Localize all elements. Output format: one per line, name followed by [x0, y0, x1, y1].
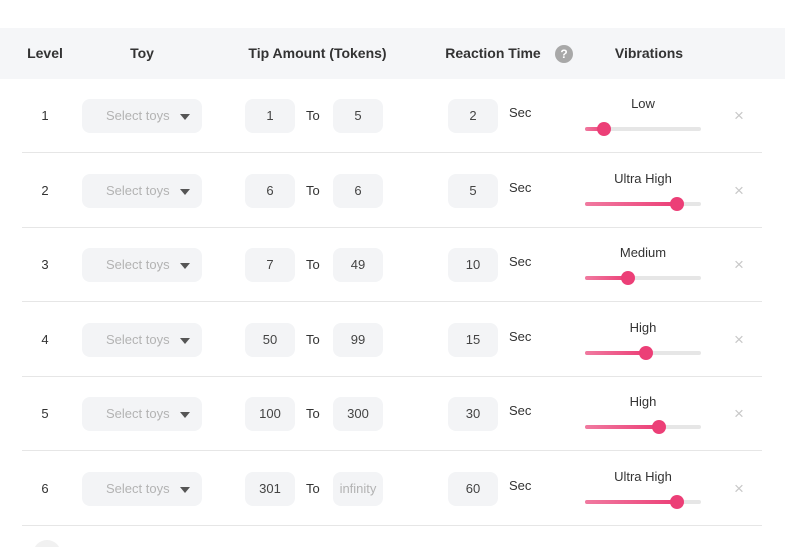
level-number: 3 [41, 257, 49, 272]
vibration-label: Ultra High [614, 468, 672, 484]
slider-fill [585, 425, 660, 429]
remove-icon[interactable]: × [730, 303, 748, 377]
tip-to-input[interactable]: 6 [333, 173, 383, 208]
slider-thumb[interactable] [653, 421, 666, 433]
vibration-slider[interactable] [585, 271, 701, 285]
toy-select[interactable]: Select toys [82, 173, 202, 208]
toy-select-placeholder: Select toys [106, 406, 170, 421]
table-header: Level Toy Tip Amount (Tokens) Reaction T… [0, 28, 785, 79]
header-level: Level [27, 45, 63, 61]
remove-icon[interactable]: × [730, 452, 748, 526]
remove-icon[interactable]: × [730, 154, 748, 228]
tip-from-input[interactable]: 50 [245, 322, 295, 357]
tip-from-input[interactable]: 7 [245, 248, 295, 282]
vibration-label: Low [631, 96, 655, 111]
remove-icon[interactable]: × [730, 228, 748, 302]
slider-thumb[interactable] [640, 346, 653, 359]
header-vibrations: Vibrations [614, 45, 684, 61]
tip-to-input[interactable]: 5 [333, 99, 383, 133]
sec-label: Sec [509, 328, 532, 344]
vibration-label: High [629, 319, 657, 335]
to-label: To [306, 480, 320, 496]
reaction-time-input[interactable]: 15 [448, 322, 498, 357]
tip-from-input[interactable]: 6 [245, 173, 295, 208]
reaction-time-input[interactable]: 60 [448, 471, 498, 506]
toy-select-placeholder: Select toys [106, 480, 170, 496]
to-label: To [306, 257, 320, 272]
header-toy: Toy [130, 45, 154, 61]
sec-label: Sec [509, 477, 532, 493]
slider-thumb[interactable] [670, 197, 683, 210]
table-row: 1 Select toys 1 To 5 2 Sec Low × [22, 79, 762, 153]
toy-select-placeholder: Select toys [106, 331, 170, 347]
toy-select[interactable]: Select toys [82, 397, 202, 431]
slider-thumb[interactable] [597, 123, 610, 135]
caret-down-icon [180, 412, 190, 418]
header-tip-amount: Tip Amount (Tokens) [248, 45, 387, 61]
to-label: To [306, 108, 320, 123]
slider-thumb[interactable] [670, 495, 683, 508]
vibration-slider[interactable] [585, 495, 701, 509]
reaction-time-input[interactable]: 2 [448, 99, 498, 133]
vibration-label: High [629, 394, 657, 409]
add-level-button[interactable] [33, 540, 61, 547]
caret-down-icon [180, 188, 190, 195]
tip-from-input[interactable]: 100 [245, 397, 295, 431]
toy-select-placeholder: Select toys [106, 257, 170, 272]
slider-fill [585, 499, 677, 504]
tip-from-input[interactable]: 1 [245, 99, 295, 133]
level-number: 4 [41, 331, 49, 347]
slider-thumb[interactable] [621, 272, 634, 284]
table-row: 4 Select toys 50 To 99 15 Sec High × [22, 303, 762, 377]
to-label: To [306, 182, 320, 198]
vibration-slider[interactable] [585, 197, 701, 211]
header-reaction-time: Reaction Time [445, 45, 541, 61]
level-number: 5 [41, 406, 49, 421]
caret-down-icon [180, 263, 190, 269]
tip-from-input[interactable]: 301 [245, 471, 295, 506]
remove-icon[interactable]: × [730, 377, 748, 451]
caret-down-icon [180, 337, 190, 344]
toy-select-placeholder: Select toys [106, 182, 170, 198]
to-label: To [306, 406, 320, 421]
table-row: 5 Select toys 100 To 300 30 Sec High × [22, 377, 762, 451]
toy-select[interactable]: Select toys [82, 322, 202, 357]
table-row: 6 Select toys 301 To infinity 60 Sec Ultra High… [22, 452, 762, 526]
sec-label: Sec [509, 254, 532, 269]
toy-select-placeholder: Select toys [106, 108, 170, 123]
tip-to-input[interactable]: infinity [333, 471, 383, 506]
toy-select[interactable]: Select toys [82, 471, 202, 506]
table-row: 3 Select toys 7 To 49 10 Sec Medium × [22, 228, 762, 302]
reaction-time-input[interactable]: 10 [448, 248, 498, 282]
vibration-slider[interactable] [585, 346, 701, 360]
to-label: To [306, 331, 320, 347]
vibration-slider[interactable] [585, 122, 701, 136]
vibration-slider[interactable] [585, 420, 701, 434]
slider-fill [585, 201, 677, 206]
reaction-time-input[interactable]: 30 [448, 397, 498, 431]
tip-to-input[interactable]: 49 [333, 248, 383, 282]
caret-down-icon [180, 486, 190, 493]
toy-select[interactable]: Select toys [82, 248, 202, 282]
level-number: 6 [41, 480, 49, 496]
tip-to-input[interactable]: 99 [333, 322, 383, 357]
slider-fill [585, 350, 647, 355]
remove-icon[interactable]: × [730, 79, 748, 153]
vibration-label: Medium [619, 245, 667, 260]
help-icon[interactable]: ? [555, 45, 573, 63]
caret-down-icon [180, 114, 190, 120]
reaction-time-input[interactable]: 5 [448, 173, 498, 208]
toy-select[interactable]: Select toys [82, 99, 202, 133]
sec-label: Sec [509, 105, 532, 120]
sec-label: Sec [509, 179, 532, 195]
level-number: 2 [41, 182, 49, 198]
vibration-label: Ultra High [614, 170, 672, 186]
sec-label: Sec [509, 403, 532, 418]
table-row: 2 Select toys 6 To 6 5 Sec Ultra High × [22, 154, 762, 228]
tip-to-input[interactable]: 300 [333, 397, 383, 431]
level-number: 1 [41, 108, 49, 123]
